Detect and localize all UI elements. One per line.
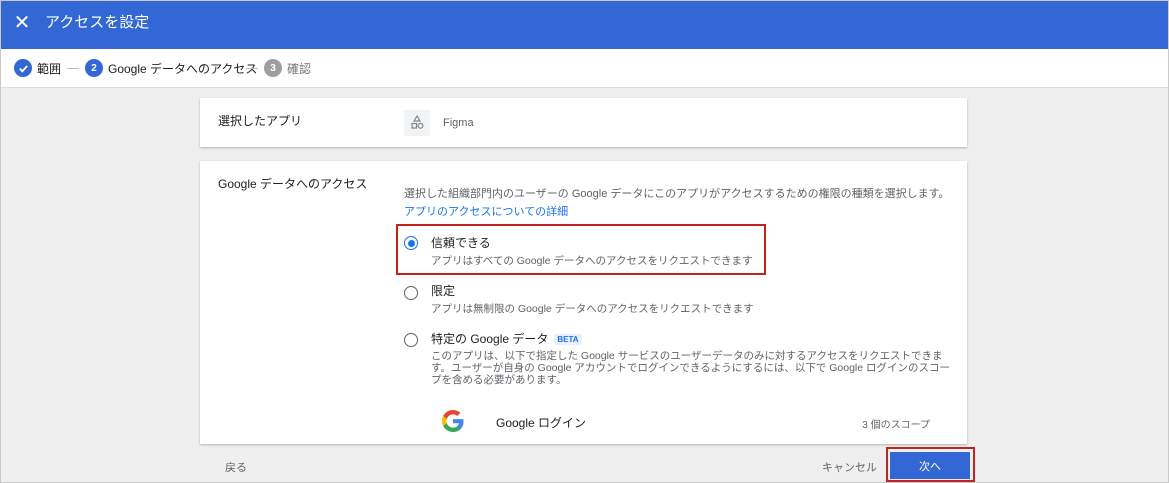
dialog: ✕ アクセスを設定 範囲 2 Google データへのアクセス 3 確認 選択し… [0,0,1169,483]
option-specific-title: 特定の Google データ BETA [431,330,582,347]
dialog-header: ✕ アクセスを設定 [1,1,1168,49]
radio-trusted[interactable] [404,236,418,250]
option-specific-title-text: 特定の Google データ [431,332,549,346]
step-divider [67,68,79,69]
option-trusted-title: 信頼できる [431,236,491,250]
stepper: 範囲 2 Google データへのアクセス 3 確認 [1,49,1168,88]
step-number: 2 [85,59,103,77]
step-label: Google データへのアクセス [108,61,258,76]
step-confirm[interactable]: 3 確認 [264,58,311,78]
option-trusted-subtitle: アプリはすべての Google データへのアクセスをリクエストできます [431,255,753,267]
data-access-description: 選択した組織部門内のユーザーの Google データにこのアプリがアクセスするた… [404,188,950,200]
step-divider [246,68,258,69]
step-scope[interactable]: 範囲 [14,58,61,78]
check-icon [14,59,32,77]
step-label: 確認 [287,61,312,76]
app-shapes-icon [404,110,430,136]
option-limited-title: 限定 [431,284,456,298]
step-label: 範囲 [37,61,62,76]
app-name: Figma [443,117,474,129]
option-limited-subtitle: アプリは無制限の Google データへのアクセスをリクエストできます [431,303,754,315]
beta-badge: BETA [554,334,582,346]
next-button[interactable]: 次へ [890,452,970,479]
step-data-access[interactable]: 2 Google データへのアクセス [85,58,257,78]
data-access-card: Google データへのアクセス 選択した組織部門内のユーザーの Google … [200,161,967,444]
close-icon[interactable]: ✕ [13,12,31,34]
option-specific-subtitle: このアプリは、以下で指定した Google サービスのユーザーデータのみに対する… [431,350,951,386]
google-logo-icon [442,410,464,432]
access-details-link[interactable]: アプリのアクセスについての詳細 [404,203,568,219]
radio-limited[interactable] [404,286,418,300]
dialog-title: アクセスを設定 [45,14,150,31]
step-number: 3 [264,59,282,77]
selected-app-label: 選択したアプリ [218,114,303,128]
google-signin-label: Google ログイン [496,416,587,430]
data-access-label: Google データへのアクセス [218,177,368,191]
back-button[interactable]: 戻る [225,459,247,475]
selected-app-card: 選択したアプリ Figma [200,98,967,147]
google-signin-scope-count[interactable]: 3 個のスコープ [862,416,930,431]
cancel-button[interactable]: キャンセル [822,459,877,475]
radio-specific-data[interactable] [404,333,418,347]
